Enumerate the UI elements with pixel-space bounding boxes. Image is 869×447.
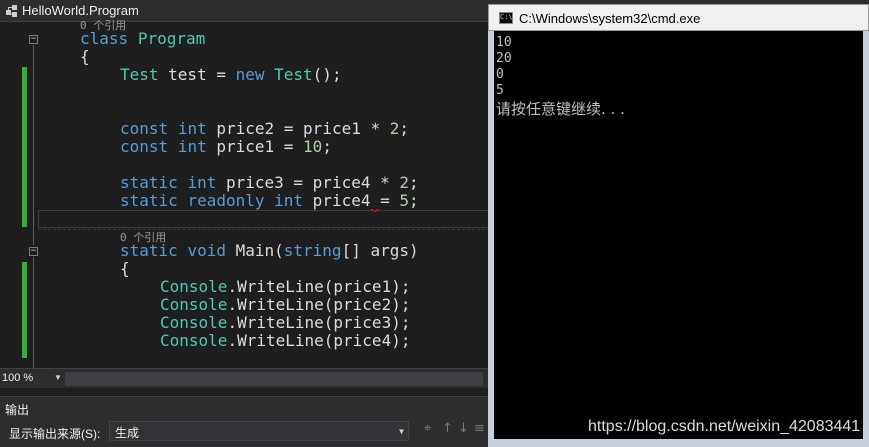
console-window: C:\ C:\Windows\system32\cmd.exe 10 20 0 … bbox=[488, 4, 869, 447]
code-line-static-price4: static readonly int price4 = 5; bbox=[120, 191, 419, 210]
fold-collapse-icon[interactable]: − bbox=[29, 247, 38, 256]
find-message-icon[interactable]: ⌖ bbox=[424, 421, 440, 439]
zoom-value: 100 % bbox=[2, 372, 34, 384]
output-source-dropdown[interactable]: 生成 ▼ bbox=[109, 421, 409, 441]
change-marker bbox=[22, 262, 27, 358]
horizontal-scrollbar[interactable] bbox=[65, 372, 483, 386]
fold-guide bbox=[33, 257, 34, 368]
fold-guide bbox=[33, 45, 34, 245]
console-output[interactable]: 10 20 0 5 请按任意键继续. . . bbox=[494, 31, 863, 439]
fold-collapse-icon[interactable]: − bbox=[29, 35, 38, 44]
nav-class-dropdown[interactable]: HelloWorld.Program bbox=[22, 3, 139, 18]
method-separator bbox=[38, 229, 490, 230]
current-line-highlight bbox=[38, 210, 490, 228]
console-line: 20 bbox=[496, 51, 512, 66]
output-panel: 输出 显示输出来源(S): 生成 ▼ ⌖ ↑ ↓ ≡ bbox=[0, 396, 490, 447]
console-pause-prompt: 请按任意键继续. . . bbox=[496, 100, 625, 118]
code-line-main: static void Main(string[] args) bbox=[120, 241, 419, 260]
console-icon: C:\ bbox=[499, 12, 513, 24]
code-line-static-price3: static int price3 = price4 * 2; bbox=[120, 173, 419, 192]
console-line: 10 bbox=[496, 35, 512, 50]
console-line: 5 bbox=[496, 83, 504, 98]
editor-bottom-bar: 100 % ▼ bbox=[0, 368, 490, 388]
code-line-writeline-2: Console.WriteLine(price2); bbox=[160, 295, 411, 314]
console-line: 0 bbox=[496, 67, 504, 82]
console-title: C:\Windows\system32\cmd.exe bbox=[519, 11, 701, 26]
output-panel-title: 输出 bbox=[5, 403, 30, 417]
code-line-class: class Program bbox=[80, 29, 206, 48]
change-marker bbox=[22, 67, 27, 227]
chevron-down-icon: ▼ bbox=[54, 373, 62, 382]
chevron-down-icon: ▼ bbox=[399, 427, 404, 436]
code-line-writeline-1: Console.WriteLine(price1); bbox=[160, 277, 411, 296]
console-titlebar[interactable]: C:\ C:\Windows\system32\cmd.exe bbox=[488, 4, 869, 31]
code-line-const-price1: const int price1 = 10; bbox=[120, 137, 332, 156]
output-source-value: 生成 bbox=[115, 426, 140, 440]
code-line-const-price2: const int price2 = price1 * 2; bbox=[120, 119, 410, 138]
prev-message-icon[interactable]: ↑ bbox=[442, 421, 458, 439]
code-line-brace: { bbox=[120, 259, 130, 278]
code-line-field-test: Test test = new Test(); bbox=[120, 65, 342, 84]
code-line-brace: { bbox=[80, 47, 90, 66]
output-source-label: 显示输出来源(S): bbox=[9, 427, 101, 441]
next-message-icon[interactable]: ↓ bbox=[458, 421, 474, 439]
zoom-dropdown[interactable]: 100 % ▼ bbox=[2, 372, 62, 386]
watermark-url: https://blog.csdn.net/weixin_42083441 bbox=[588, 418, 861, 435]
class-icon bbox=[6, 5, 17, 17]
code-line-writeline-4: Console.WriteLine(price4); bbox=[160, 331, 411, 350]
code-line-writeline-3: Console.WriteLine(price3); bbox=[160, 313, 411, 332]
